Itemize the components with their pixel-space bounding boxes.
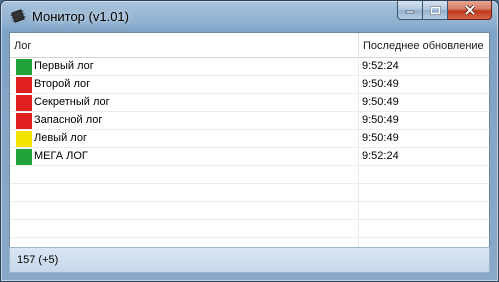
- column-header-last-update[interactable]: Последнее обновление: [358, 33, 489, 57]
- empty-row: [10, 220, 489, 238]
- log-name: Второй лог: [34, 78, 91, 90]
- maximize-icon: [429, 5, 441, 15]
- status-color-swatch: [16, 149, 32, 165]
- status-color-swatch: [16, 77, 32, 93]
- table-header: Лог Последнее обновление: [10, 33, 489, 58]
- last-update-time: 9:50:49: [362, 114, 399, 126]
- chip-icon: [10, 9, 26, 23]
- log-name: МЕГА ЛОГ: [34, 150, 88, 162]
- close-button[interactable]: [448, 1, 492, 20]
- log-name: Секретный лог: [34, 96, 110, 108]
- status-color-swatch: [16, 131, 32, 147]
- window-title: Монитор (v1.01): [32, 9, 129, 24]
- empty-row: [10, 166, 489, 184]
- last-update-time: 9:52:24: [362, 150, 399, 162]
- log-name: Первый лог: [34, 60, 94, 72]
- status-color-swatch: [16, 113, 32, 129]
- last-update-time: 9:50:49: [362, 78, 399, 90]
- empty-row: [10, 202, 489, 220]
- column-header-log[interactable]: Лог: [10, 33, 358, 57]
- title-bar[interactable]: Монитор (v1.01): [1, 1, 498, 31]
- last-update-time: 9:52:24: [362, 60, 399, 72]
- status-text: 157 (+5): [17, 254, 59, 266]
- table-row[interactable]: Первый лог 9:52:24: [10, 58, 489, 76]
- log-table: Лог Последнее обновление Первый лог 9:52:…: [9, 32, 490, 256]
- last-update-time: 9:50:49: [362, 132, 399, 144]
- minimize-button[interactable]: [397, 1, 423, 20]
- table-row[interactable]: Второй лог 9:50:49: [10, 76, 489, 94]
- close-icon: [464, 5, 475, 15]
- status-color-swatch: [16, 59, 32, 75]
- table-row[interactable]: МЕГА ЛОГ 9:52:24: [10, 148, 489, 166]
- app-window: Монитор (v1.01) Лог Последнее обновление…: [0, 0, 499, 282]
- last-update-time: 9:50:49: [362, 96, 399, 108]
- empty-row: [10, 184, 489, 202]
- log-name: Запасной лог: [34, 114, 103, 126]
- window-controls: [397, 1, 492, 21]
- table-body: Первый лог 9:52:24 Второй лог 9:50:49 Секрет…: [10, 58, 489, 256]
- table-row[interactable]: Секретный лог 9:50:49: [10, 94, 489, 112]
- maximize-button[interactable]: [423, 1, 448, 20]
- status-color-swatch: [16, 95, 32, 111]
- table-row[interactable]: Левый лог 9:50:49: [10, 130, 489, 148]
- table-row[interactable]: Запасной лог 9:50:49: [10, 112, 489, 130]
- status-bar: 157 (+5): [9, 247, 490, 273]
- minimize-icon: [405, 10, 415, 14]
- log-name: Левый лог: [34, 132, 87, 144]
